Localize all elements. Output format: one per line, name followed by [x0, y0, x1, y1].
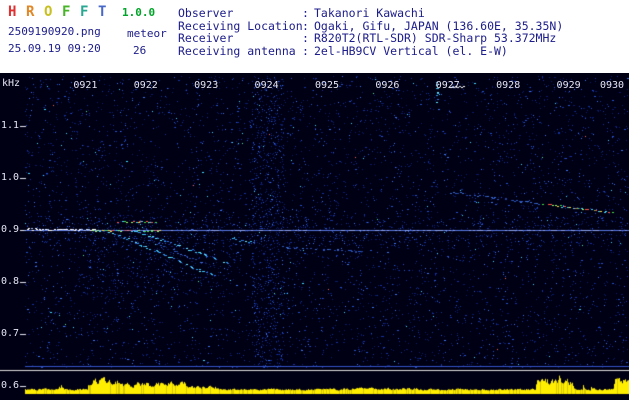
output-filename: 2509190920.png [8, 25, 101, 38]
info-label: Receiver [178, 31, 234, 45]
info-row: Receiving antenna:2el-HB9CV Vertical (el… [178, 43, 563, 58]
title-letter: F [80, 4, 89, 20]
info-label: Receiving antenna [178, 43, 296, 58]
title-letter: O [44, 4, 53, 20]
info-row: Receiver: R820T2(RTL-SDR) SDR-Sharp 53.37… [178, 32, 563, 45]
info-colon: : [302, 6, 309, 20]
info-value: Takanori Kawachi [314, 6, 425, 20]
title-letter: H [8, 4, 17, 20]
title-letter: F [62, 4, 71, 20]
app-title: HROFFT [8, 4, 116, 20]
mode-label: meteor [127, 27, 167, 40]
info-value: 2el-HB9CV Vertical (el. E-W) [314, 43, 508, 58]
station-info: Observer: Takanori Kawachi Receiving Locat… [178, 7, 563, 57]
info-row: Observer: Takanori Kawachi [178, 7, 563, 20]
info-value: R820T2(RTL-SDR) SDR-Sharp 53.372MHz [314, 31, 557, 45]
info-colon: : [302, 31, 309, 45]
info-colon: : [302, 43, 309, 58]
title-letter: T [98, 4, 107, 20]
record-datetime: 25.09.19 09:20 [8, 42, 101, 55]
title-letter: R [26, 4, 35, 20]
echo-count: 26 [133, 44, 147, 57]
app-version: 1.0.0 [122, 6, 156, 19]
info-label: Observer [178, 6, 234, 20]
hrofft-output-image: kHz 1.1 1.0 0.9 0.8 0.7 0.6 0921 0922 0923 0924 09… [0, 0, 629, 400]
header: HROFFT 1.0.0 2509190920.png meteor 25.09… [0, 0, 629, 73]
